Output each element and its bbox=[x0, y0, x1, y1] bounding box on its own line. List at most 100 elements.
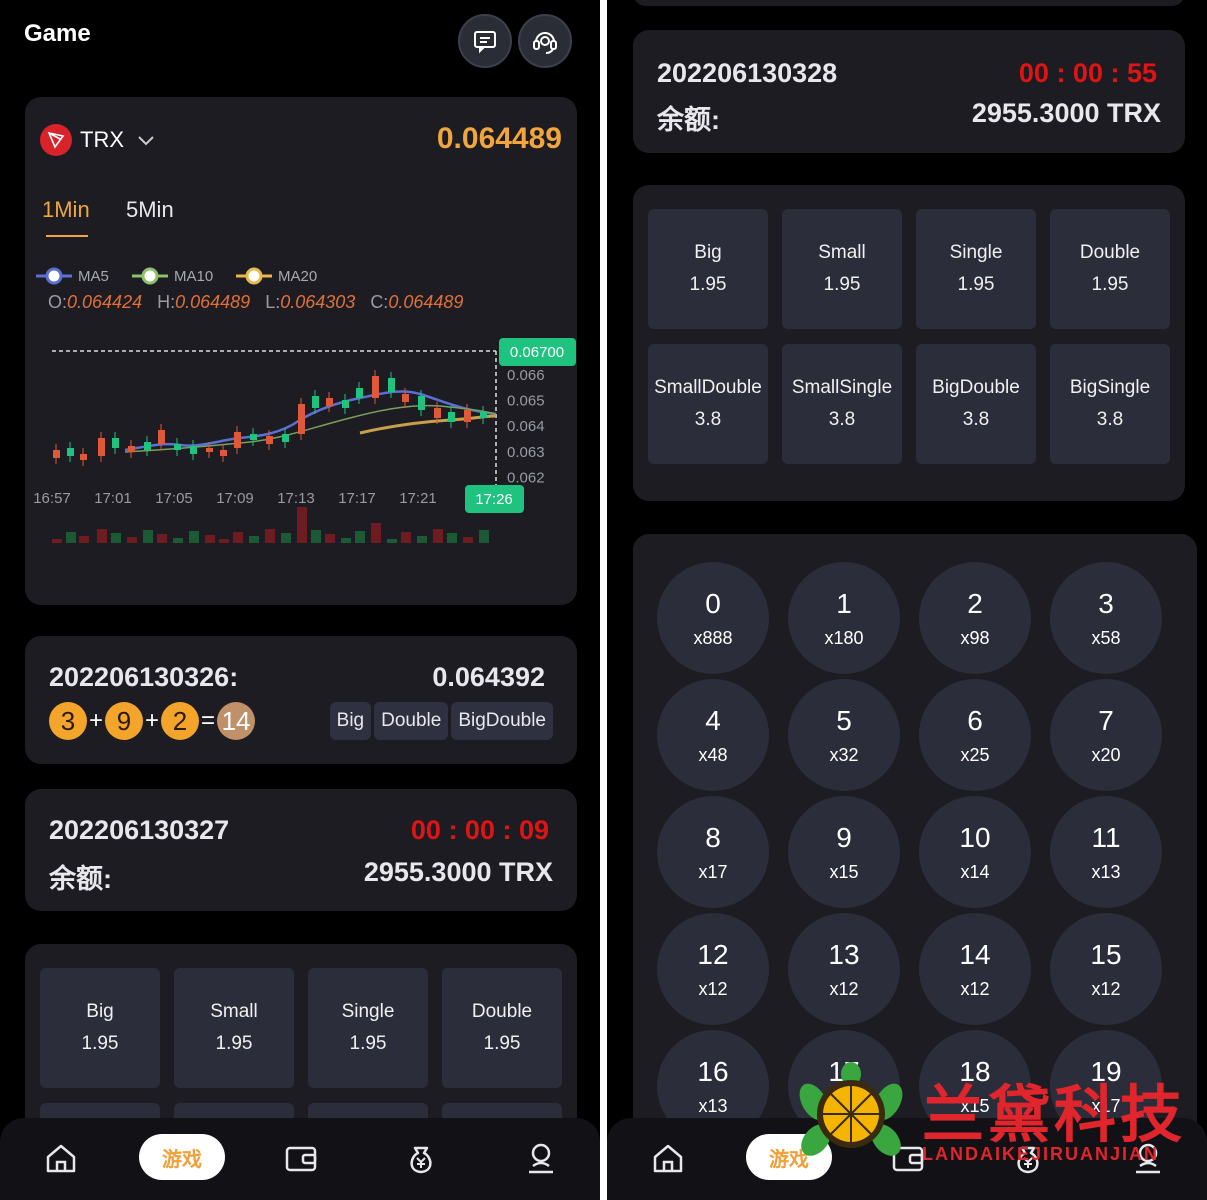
number-value: 12 bbox=[697, 938, 729, 970]
bet-option-label: BigDouble bbox=[932, 377, 1020, 398]
number-value: 9 bbox=[836, 821, 852, 853]
bet-option-label: Double bbox=[471, 1001, 533, 1022]
bet-option[interactable]: Small 1.95 bbox=[782, 209, 902, 329]
bet-option[interactable]: BigSingle 3.8 bbox=[1050, 344, 1170, 464]
coin-selector[interactable]: TRX bbox=[80, 127, 156, 153]
candle bbox=[282, 434, 289, 442]
bet-option[interactable]: Big 1.95 bbox=[40, 968, 160, 1088]
number-bet-15[interactable]: 15 x12 bbox=[1050, 913, 1162, 1025]
number-value: 16 bbox=[697, 1055, 729, 1087]
volume-bar bbox=[127, 537, 137, 543]
volume-bar bbox=[463, 537, 473, 543]
result-sum: 14 bbox=[217, 702, 256, 740]
balance-label: 余额: bbox=[657, 105, 720, 135]
volume-bar bbox=[325, 534, 335, 543]
legend-ma10-label: MA10 bbox=[174, 267, 214, 285]
volume-bar bbox=[173, 538, 183, 543]
number-bet-5[interactable]: 5 x32 bbox=[788, 679, 900, 791]
bet-option[interactable]: Single 1.95 bbox=[308, 968, 428, 1088]
number-bet-7[interactable]: 7 x20 bbox=[1050, 679, 1162, 791]
number-bet-12[interactable]: 12 x12 bbox=[657, 913, 769, 1025]
number-multiplier: x98 bbox=[960, 627, 990, 648]
volume-bar bbox=[52, 539, 62, 543]
nav-finance[interactable] bbox=[399, 1136, 443, 1180]
volume-bar bbox=[66, 532, 76, 543]
number-value: 5 bbox=[836, 704, 852, 736]
bet-option-odds: 1.95 bbox=[823, 274, 861, 295]
number-bet-6[interactable]: 6 x25 bbox=[919, 679, 1031, 791]
number-value: 0 bbox=[705, 587, 721, 619]
result-ball: 9 bbox=[105, 702, 144, 740]
number-bet-13[interactable]: 13 x12 bbox=[788, 913, 900, 1025]
number-bet-3[interactable]: 3 x58 bbox=[1050, 562, 1162, 674]
support-button[interactable] bbox=[518, 14, 572, 68]
bet-option-label: SmallDouble bbox=[654, 377, 762, 398]
bet-option[interactable]: SmallDouble 3.8 bbox=[648, 344, 768, 464]
bet-option-label: SmallSingle bbox=[791, 377, 893, 398]
legend-ma20: MA20 bbox=[236, 267, 317, 285]
number-bet-14[interactable]: 14 x12 bbox=[919, 913, 1031, 1025]
number-bet-1[interactable]: 1 x180 bbox=[788, 562, 900, 674]
candle bbox=[144, 442, 151, 450]
tab-1min[interactable]: 1Min bbox=[42, 197, 90, 223]
candle bbox=[128, 446, 135, 452]
current-period-card: 202206130328 00 : 00 : 55 余额: 2955.3000 … bbox=[633, 30, 1185, 153]
number-value: 10 bbox=[959, 821, 991, 853]
number-bet-2[interactable]: 2 x98 bbox=[919, 562, 1031, 674]
message-button[interactable] bbox=[458, 14, 512, 68]
nav-home[interactable] bbox=[646, 1136, 690, 1180]
number-bet-8[interactable]: 8 x17 bbox=[657, 796, 769, 908]
candle bbox=[388, 378, 395, 392]
trx-logo-icon bbox=[40, 124, 72, 156]
bet-option-label: Double bbox=[1079, 242, 1141, 263]
bet-option-odds: 1.95 bbox=[1091, 274, 1129, 295]
tab-underline bbox=[46, 235, 88, 237]
number-value: 7 bbox=[1098, 704, 1114, 736]
bet-option[interactable]: Double 1.95 bbox=[442, 968, 562, 1088]
bet-option-odds: 1.95 bbox=[689, 274, 727, 295]
nav-game[interactable]: 游戏 bbox=[139, 1134, 225, 1180]
volume-bar bbox=[281, 533, 291, 543]
nav-home[interactable] bbox=[39, 1136, 83, 1180]
support-icon bbox=[533, 32, 557, 54]
bet-option[interactable]: Single 1.95 bbox=[916, 209, 1036, 329]
bet-option-odds: 1.95 bbox=[81, 1033, 119, 1054]
number-value: 4 bbox=[705, 704, 721, 736]
nav-profile[interactable] bbox=[519, 1136, 563, 1180]
bet-option[interactable]: Big 1.95 bbox=[648, 209, 768, 329]
tab-5min[interactable]: 5Min bbox=[126, 197, 174, 223]
nav-wallet[interactable] bbox=[279, 1136, 323, 1180]
y-tick-label: 0.065 bbox=[507, 393, 545, 410]
bet-option-label: Small bbox=[210, 1001, 258, 1022]
watermark-text-en: LANDAIKEJIRUANJIAN bbox=[922, 1144, 1160, 1164]
number-bet-4[interactable]: 4 x48 bbox=[657, 679, 769, 791]
number-bet-0[interactable]: 0 x888 bbox=[657, 562, 769, 674]
candle bbox=[98, 438, 105, 456]
bet-option[interactable]: SmallSingle 3.8 bbox=[782, 344, 902, 464]
bet-option[interactable]: Small 1.95 bbox=[174, 968, 294, 1088]
current-time-label: 17:26 bbox=[475, 491, 513, 508]
coin-name: TRX bbox=[80, 127, 124, 152]
candle bbox=[112, 438, 119, 448]
legend-ma5: MA5 bbox=[36, 267, 109, 285]
volume-bar bbox=[143, 530, 153, 543]
legend-ma5-label: MA5 bbox=[78, 267, 109, 285]
x-tick-label: 17:17 bbox=[338, 490, 376, 507]
bet-option[interactable]: BigDouble 3.8 bbox=[916, 344, 1036, 464]
balance-label: 余额: bbox=[49, 864, 112, 894]
number-multiplier: x13 bbox=[1091, 861, 1121, 882]
volume-bar bbox=[205, 535, 215, 543]
number-multiplier: x15 bbox=[829, 861, 859, 882]
x-tick-label: 17:21 bbox=[399, 490, 437, 507]
bet-option[interactable]: Double 1.95 bbox=[1050, 209, 1170, 329]
number-bet-10[interactable]: 10 x14 bbox=[919, 796, 1031, 908]
x-tick-label: 17:01 bbox=[94, 490, 132, 507]
ohlc-readout: O:0.064424 H:0.064489 L:0.064303 C:0.064… bbox=[48, 292, 464, 312]
bet-option-label: Single bbox=[949, 242, 1003, 263]
number-bet-9[interactable]: 9 x15 bbox=[788, 796, 900, 908]
candle bbox=[464, 410, 471, 422]
result-tag: Double bbox=[374, 702, 449, 740]
y-tick-label: 0.062 bbox=[507, 469, 545, 486]
candle bbox=[234, 432, 241, 448]
number-bet-11[interactable]: 11 x13 bbox=[1050, 796, 1162, 908]
